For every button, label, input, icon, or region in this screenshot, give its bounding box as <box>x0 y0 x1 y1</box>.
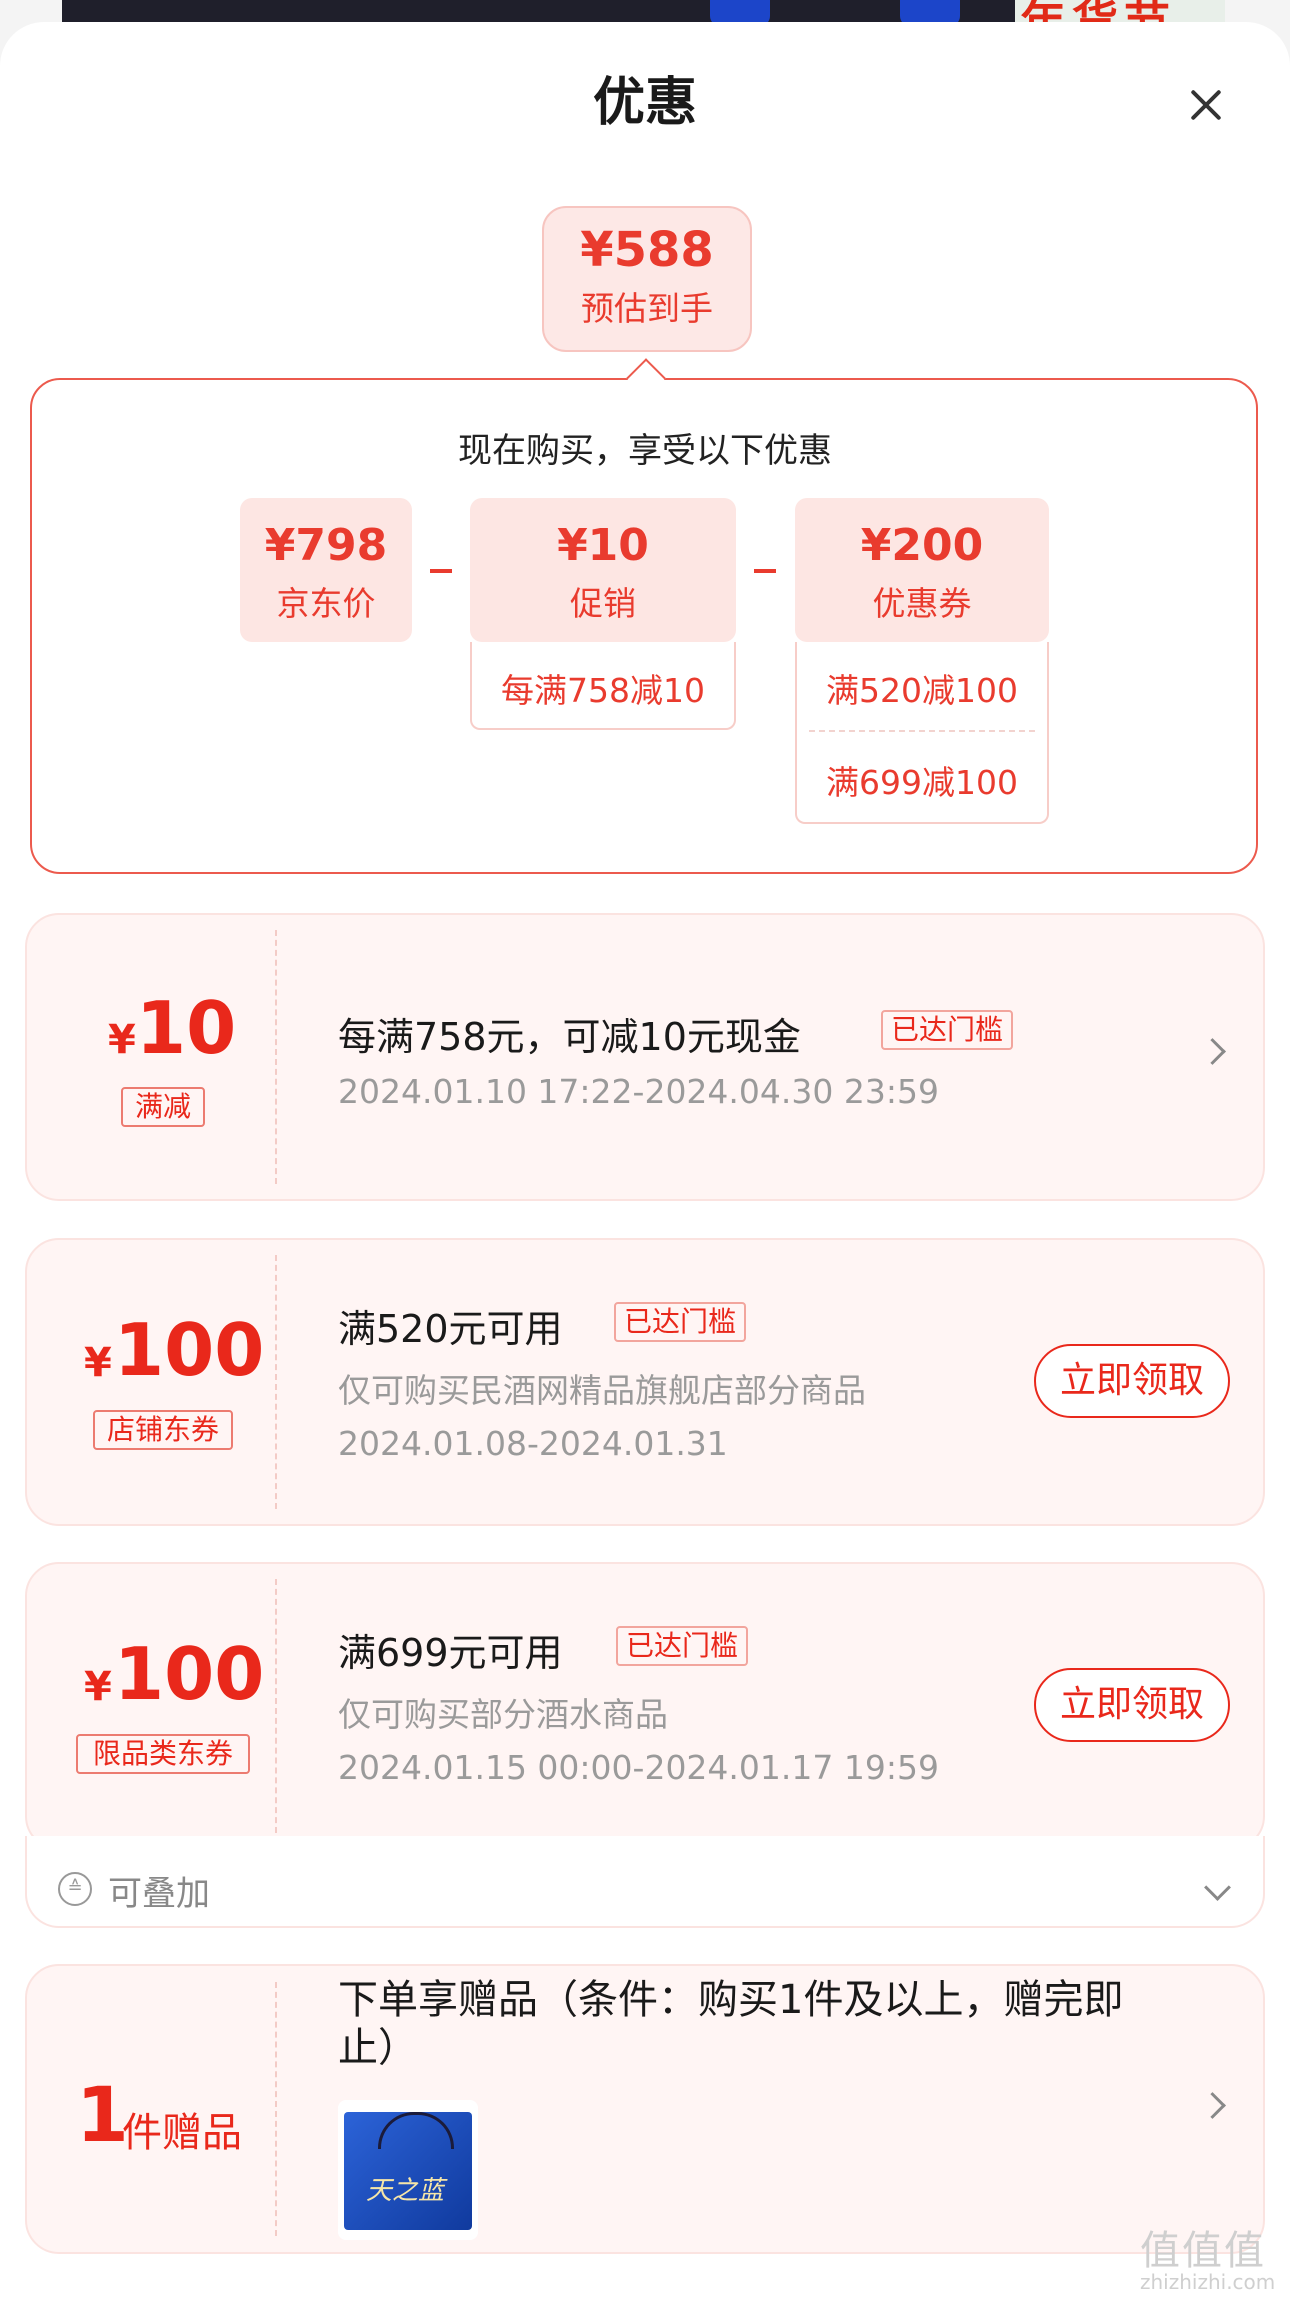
claim-coupon-button[interactable]: 立即领取 <box>1034 1668 1230 1742</box>
bag-handle <box>378 2112 454 2149</box>
promo-period: 2024.01.08-2024.01.31 <box>338 1424 728 1463</box>
watermark-site: zhizhizhi.com <box>1140 2270 1276 2294</box>
promo-type-tag: 限品类东券 <box>76 1734 250 1774</box>
currency-symbol: ¥ <box>108 1017 136 1063</box>
page-title: 优惠 <box>592 73 697 133</box>
stack-icon: ≙ <box>58 1872 92 1906</box>
stackable-toggle[interactable] <box>25 1836 1265 1928</box>
promotion-details: 每满758减10 <box>470 642 736 730</box>
gift-bag: 天之蓝 <box>344 2112 472 2230</box>
coupon-detail-row: 满699减100 <box>826 763 1018 802</box>
threshold-badge: 已达门槛 <box>614 1302 747 1342</box>
promo-amount: 10 <box>136 986 237 1070</box>
minus-sign <box>754 569 776 573</box>
promo-scope: 仅可购买民酒网精品旗舰店部分商品 <box>338 1371 866 1410</box>
promo-title: 每满758元，可减10元现金 <box>338 1015 801 1059</box>
promo-type-tag: 满减 <box>121 1087 205 1127</box>
divider <box>809 730 1035 732</box>
promotion-box: ¥10 促销 <box>470 498 736 642</box>
divider <box>275 1579 277 1833</box>
watermark-mark: 值值值 <box>1140 2228 1266 2274</box>
jd-price-label: 京东价 <box>276 584 376 623</box>
gift-count: 1 <box>76 2070 129 2159</box>
promotion-label: 促销 <box>570 584 636 623</box>
promo-scope: 仅可购买部分酒水商品 <box>338 1695 668 1734</box>
breakdown-heading: 现在购买，享受以下优惠 <box>458 431 832 471</box>
threshold-badge: 已达门槛 <box>616 1626 749 1666</box>
coupon-value: ¥200 <box>860 520 984 571</box>
estimated-price-label: 预估到手 <box>581 289 713 328</box>
promo-period: 2024.01.15 00:00-2024.01.17 19:59 <box>338 1748 939 1787</box>
claim-coupon-button[interactable]: 立即领取 <box>1034 1344 1230 1418</box>
promo-amount: 100 <box>114 1632 265 1716</box>
promo-title: 满520元可用 <box>338 1307 563 1351</box>
estimated-price-bubble: ¥588 预估到手 <box>542 206 752 352</box>
coupon-detail-row: 满520减100 <box>826 671 1018 710</box>
minus-sign <box>430 569 452 573</box>
divider <box>275 1982 277 2236</box>
coupon-box: ¥200 优惠券 <box>795 498 1049 642</box>
divider <box>275 930 277 1184</box>
currency-symbol: ¥ <box>84 1664 112 1710</box>
promo-amount: 100 <box>114 1308 265 1392</box>
threshold-badge: 已达门槛 <box>881 1010 1014 1050</box>
promo-type-tag: 店铺东券 <box>93 1410 233 1450</box>
stackable-label: 可叠加 <box>108 1874 210 1914</box>
promotion-value: ¥10 <box>557 520 649 571</box>
promotion-detail-row: 每满758减10 <box>501 671 705 710</box>
promo-title: 满699元可用 <box>338 1631 563 1675</box>
bag-logo: 天之蓝 <box>366 2176 445 2206</box>
divider <box>275 1255 277 1509</box>
close-icon[interactable] <box>1190 82 1236 128</box>
promo-period: 2024.01.10 17:22-2024.04.30 23:59 <box>338 1072 939 1111</box>
coupon-details: 满520减100 满699减100 <box>795 642 1049 824</box>
gift-title: 下单享赠品（条件：购买1件及以上，赠完即止） <box>338 1977 1124 2071</box>
estimated-price: ¥588 <box>580 222 714 278</box>
gift-label: 件赠品 <box>122 2110 242 2156</box>
jd-price-box: ¥798 京东价 <box>240 498 412 642</box>
gift-bag-image: 天之蓝 <box>338 2100 478 2240</box>
coupon-label: 优惠券 <box>872 584 972 623</box>
jd-price-value: ¥798 <box>264 520 388 571</box>
currency-symbol: ¥ <box>84 1340 112 1386</box>
